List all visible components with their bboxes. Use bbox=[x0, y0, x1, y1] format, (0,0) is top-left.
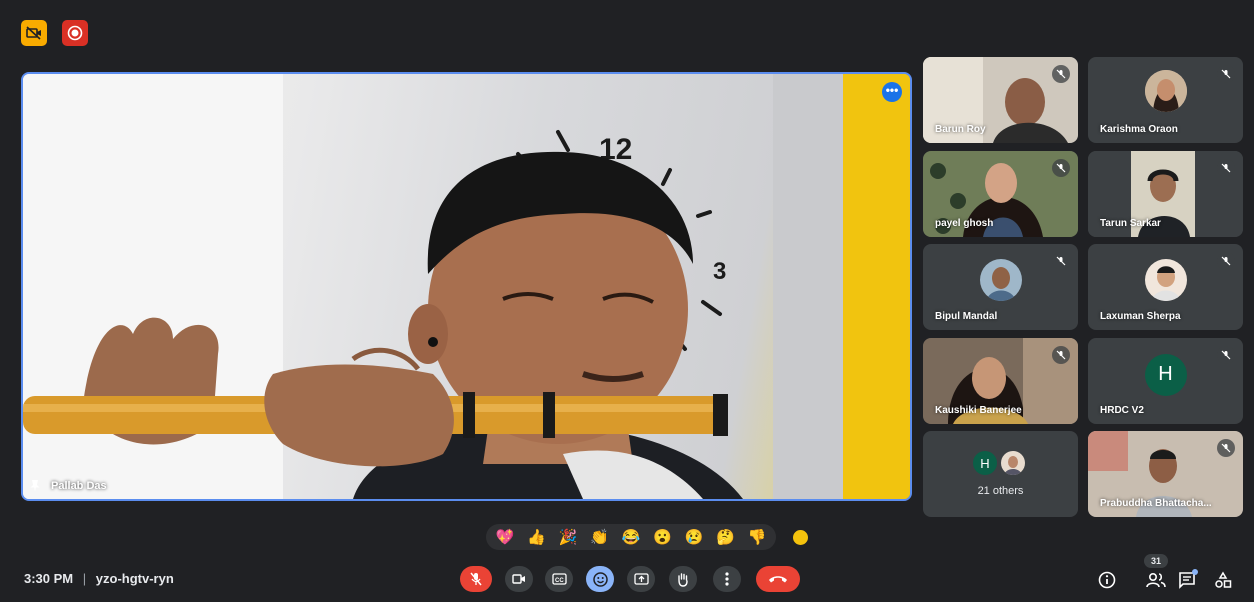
main-video-stage[interactable]: 12 3 ••• Pallab Das bbox=[21, 72, 912, 501]
participant-tile[interactable]: Barun Roy bbox=[923, 57, 1078, 143]
avatar-initial: H bbox=[980, 455, 990, 471]
present-icon bbox=[633, 572, 649, 585]
reaction-tears-of-joy[interactable]: 😂 bbox=[620, 526, 642, 548]
hand-icon bbox=[678, 572, 688, 587]
participant-name: HRDC V2 bbox=[1100, 405, 1144, 416]
mic-off-icon bbox=[1217, 65, 1235, 83]
mic-off-icon bbox=[1217, 439, 1235, 457]
presenter-name: Pallab Das bbox=[51, 480, 107, 492]
people-count-badge: 31 bbox=[1144, 554, 1168, 568]
people-button[interactable] bbox=[1145, 569, 1167, 591]
more-vert-icon bbox=[725, 572, 729, 586]
leave-call-button[interactable] bbox=[756, 566, 800, 592]
mic-off-icon bbox=[1217, 252, 1235, 270]
camera-button[interactable] bbox=[505, 566, 533, 592]
participant-name: Laxuman Sherpa bbox=[1100, 311, 1181, 322]
participant-tile[interactable]: Bipul Mandal bbox=[923, 244, 1078, 330]
presenter-video: 12 3 bbox=[23, 74, 910, 499]
mic-off-icon bbox=[1052, 252, 1070, 270]
reactions-bar: 💖 👍 🎉 👏 😂 😮 😢 🤔 👎 bbox=[486, 524, 776, 550]
present-button[interactable] bbox=[627, 566, 655, 592]
recording-indicator[interactable] bbox=[62, 20, 88, 46]
participant-name: Karishma Oraon bbox=[1100, 124, 1178, 135]
chat-notification-dot bbox=[1192, 569, 1198, 575]
participant-name: Kaushiki Banerjee bbox=[935, 405, 1022, 416]
more-horiz-icon: ••• bbox=[885, 83, 899, 97]
reaction-sparkling-heart[interactable]: 💖 bbox=[494, 526, 516, 548]
meeting-time: 3:30 PM bbox=[24, 571, 74, 586]
reaction-thumbs-down[interactable]: 👎 bbox=[746, 526, 768, 548]
mic-off-icon bbox=[1217, 346, 1235, 364]
clock-number-3: 3 bbox=[713, 258, 726, 285]
participant-name: Bipul Mandal bbox=[935, 311, 998, 322]
camera-off-icon bbox=[26, 26, 41, 40]
captions-icon: CC bbox=[551, 573, 567, 585]
reactions-button[interactable] bbox=[586, 566, 614, 592]
people-count: 31 bbox=[1150, 556, 1161, 566]
participant-tile[interactable]: Kaushiki Banerjee bbox=[923, 338, 1078, 424]
meeting-code[interactable]: yzo-hgtv-ryn bbox=[96, 571, 174, 586]
participant-tile[interactable]: Prabuddha Bhattacha... bbox=[1088, 431, 1243, 517]
mic-off-icon bbox=[1052, 346, 1070, 364]
skin-tone-selector[interactable] bbox=[793, 530, 808, 545]
participant-tile[interactable]: H HRDC V2 bbox=[1088, 338, 1243, 424]
avatar: H bbox=[1144, 353, 1187, 396]
activities-icon bbox=[1215, 571, 1232, 588]
participant-tile[interactable]: Karishma Oraon bbox=[1088, 57, 1243, 143]
avatar bbox=[1144, 259, 1187, 302]
hangup-icon bbox=[769, 576, 787, 583]
svg-text:CC: CC bbox=[555, 578, 564, 584]
participant-name: Barun Roy bbox=[935, 124, 986, 135]
camera-off-indicator[interactable] bbox=[21, 20, 47, 46]
avatar-initial: H bbox=[1158, 363, 1173, 386]
more-options-button[interactable] bbox=[713, 566, 741, 592]
avatar bbox=[1001, 451, 1025, 475]
participant-tile[interactable]: Laxuman Sherpa bbox=[1088, 244, 1243, 330]
reaction-clapping[interactable]: 👏 bbox=[589, 526, 611, 548]
meeting-details-button[interactable] bbox=[1096, 569, 1118, 591]
mic-off-icon bbox=[1052, 65, 1070, 83]
avatar: H bbox=[973, 451, 997, 475]
participant-name: payel ghosh bbox=[935, 218, 994, 229]
mic-off-button[interactable] bbox=[460, 566, 492, 592]
info-icon bbox=[1098, 571, 1116, 589]
camera-icon bbox=[512, 574, 525, 584]
chat-button[interactable] bbox=[1176, 569, 1198, 591]
captions-button[interactable]: CC bbox=[545, 566, 573, 592]
raise-hand-button[interactable] bbox=[669, 566, 697, 592]
mic-off-icon bbox=[1217, 159, 1235, 177]
reaction-crying[interactable]: 😢 bbox=[683, 526, 705, 548]
avatar bbox=[1144, 70, 1187, 113]
presenter-label: Pallab Das bbox=[29, 479, 107, 493]
reaction-surprised[interactable]: 😮 bbox=[652, 526, 674, 548]
participant-name: Prabuddha Bhattacha... bbox=[1100, 498, 1212, 509]
mic-off-icon bbox=[470, 572, 482, 586]
mic-off-icon bbox=[1052, 159, 1070, 177]
video-options-button[interactable]: ••• bbox=[882, 82, 902, 102]
record-icon bbox=[67, 25, 83, 41]
meeting-info: 3:30 PM | yzo-hgtv-ryn bbox=[24, 571, 174, 586]
pin-icon[interactable] bbox=[29, 479, 41, 493]
meeting-info-separator: | bbox=[82, 571, 87, 586]
avatar bbox=[979, 259, 1022, 302]
reaction-thinking[interactable]: 🤔 bbox=[715, 526, 737, 548]
others-count-label: 21 others bbox=[977, 485, 1024, 497]
participant-tile[interactable]: Tarun Sarkar bbox=[1088, 151, 1243, 237]
reaction-thumbs-up[interactable]: 👍 bbox=[526, 526, 548, 548]
participant-tile[interactable]: payel ghosh bbox=[923, 151, 1078, 237]
others-tile[interactable]: H 21 others bbox=[923, 431, 1078, 517]
people-icon bbox=[1146, 572, 1166, 588]
reaction-party-popper[interactable]: 🎉 bbox=[557, 526, 579, 548]
activities-button[interactable] bbox=[1212, 569, 1234, 591]
participant-name: Tarun Sarkar bbox=[1100, 218, 1161, 229]
emoji-icon bbox=[592, 571, 608, 587]
